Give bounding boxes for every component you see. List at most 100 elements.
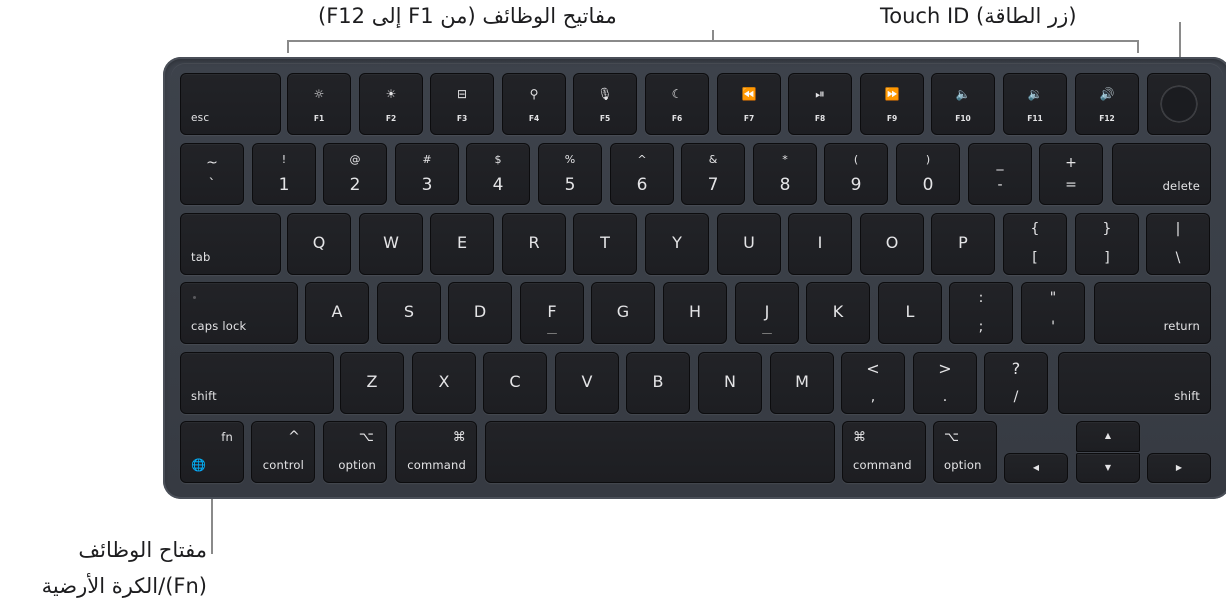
key-a[interactable]: A bbox=[305, 282, 369, 344]
right-command-key[interactable]: ⌘ command bbox=[842, 421, 926, 483]
down-arrow-key[interactable]: ▼ bbox=[1076, 453, 1140, 483]
up-arrow-key[interactable]: ▲ bbox=[1076, 421, 1140, 452]
right-arrow-key[interactable]: ▶ bbox=[1147, 453, 1211, 483]
return-key[interactable]: return bbox=[1094, 282, 1211, 344]
key-base-symbol: 2 bbox=[349, 175, 361, 195]
key-0[interactable]: ) 0 bbox=[896, 143, 960, 205]
key-base-symbol: 3 bbox=[421, 175, 433, 195]
key-h[interactable]: H bbox=[663, 282, 727, 344]
brightness-down-icon: ☼ bbox=[313, 87, 325, 101]
key-base-symbol: ` bbox=[208, 177, 216, 193]
key-base-symbol: 1 bbox=[278, 175, 290, 195]
key-d[interactable]: D bbox=[448, 282, 512, 344]
key-1[interactable]: ! 1 bbox=[252, 143, 316, 205]
key-letter: D bbox=[473, 302, 487, 321]
left-option-key[interactable]: ⌥ option bbox=[323, 421, 387, 483]
caps-lock-key[interactable]: caps lock bbox=[180, 282, 298, 344]
key-s[interactable]: S bbox=[377, 282, 441, 344]
key-bracket-13[interactable]: | \ bbox=[1146, 213, 1210, 275]
touch-id-key[interactable] bbox=[1147, 73, 1211, 135]
key-v[interactable]: V bbox=[555, 352, 619, 414]
volume-up-icon: 🔊 bbox=[1099, 87, 1115, 101]
key-i[interactable]: I bbox=[788, 213, 852, 275]
key-m[interactable]: M bbox=[770, 352, 834, 414]
key-9[interactable]: (9 bbox=[824, 143, 888, 205]
function-key-f1[interactable]: ☼ F1 bbox=[287, 73, 351, 135]
space-bar[interactable] bbox=[485, 421, 835, 483]
key-letter: M bbox=[795, 372, 809, 391]
fn-globe-key[interactable]: fn 🌐 bbox=[180, 421, 244, 483]
key-t[interactable]: T bbox=[573, 213, 637, 275]
right-option-key[interactable]: ⌥ option bbox=[933, 421, 997, 483]
key-g[interactable]: G bbox=[591, 282, 655, 344]
key-shift-symbol: % bbox=[564, 153, 576, 166]
key-punct-8[interactable]: <, bbox=[841, 352, 905, 414]
key-w[interactable]: W bbox=[359, 213, 423, 275]
leader-line-function-keys-right bbox=[1137, 40, 1139, 53]
key-backtick[interactable]: ~ ` bbox=[180, 143, 244, 205]
up-arrow-icon: ▲ bbox=[1104, 431, 1112, 440]
key-base-symbol: 4 bbox=[492, 175, 504, 195]
key-bracket-11[interactable]: {[ bbox=[1003, 213, 1067, 275]
delete-key-label: delete bbox=[1162, 178, 1200, 193]
key-c[interactable]: C bbox=[483, 352, 547, 414]
key-bracket-12[interactable]: }] bbox=[1075, 213, 1139, 275]
key-2[interactable]: @2 bbox=[323, 143, 387, 205]
key-4[interactable]: $4 bbox=[466, 143, 530, 205]
key-j[interactable]: J bbox=[735, 282, 799, 344]
key-p[interactable]: P bbox=[931, 213, 995, 275]
key-7[interactable]: & 7 bbox=[681, 143, 745, 205]
function-key-f2[interactable]: ☀ F2 bbox=[359, 73, 423, 135]
key-y[interactable]: Y bbox=[645, 213, 709, 275]
key-r[interactable]: R bbox=[502, 213, 566, 275]
key-l[interactable]: L bbox=[878, 282, 942, 344]
function-key-f6[interactable]: ☾ F6 bbox=[645, 73, 709, 135]
key-base-symbol: 9 bbox=[850, 175, 862, 195]
callout-function-keys: مفاتيح الوظائف (من F1 إلى F12) bbox=[318, 4, 617, 28]
key-punct-10[interactable]: :; bbox=[949, 282, 1013, 344]
function-key-f7[interactable]: ⏪ F7 bbox=[717, 73, 781, 135]
key-letter: E bbox=[456, 233, 468, 252]
function-key-f9[interactable]: ⏩ F9 bbox=[860, 73, 924, 135]
key-o[interactable]: O bbox=[860, 213, 924, 275]
key-punct-9[interactable]: >. bbox=[913, 352, 977, 414]
key-b[interactable]: B bbox=[626, 352, 690, 414]
function-key-f4[interactable]: ⚲ F4 bbox=[502, 73, 566, 135]
home-row-bump bbox=[547, 332, 557, 334]
key-base-symbol: 6 bbox=[636, 175, 648, 195]
function-key-f11[interactable]: 🔉 F11 bbox=[1003, 73, 1067, 135]
key-5[interactable]: % 5 bbox=[538, 143, 602, 205]
tab-key[interactable]: tab bbox=[180, 213, 281, 275]
key-u[interactable]: U bbox=[717, 213, 781, 275]
delete-key[interactable]: delete bbox=[1112, 143, 1211, 205]
key-letter: B bbox=[652, 372, 664, 391]
key-e[interactable]: E bbox=[430, 213, 494, 275]
key-k[interactable]: K bbox=[806, 282, 870, 344]
control-key[interactable]: ^ control bbox=[251, 421, 315, 483]
function-key-f12[interactable]: 🔊 F12 bbox=[1075, 73, 1139, 135]
key-shift-symbol: ! bbox=[281, 153, 287, 166]
key-q[interactable]: Q bbox=[287, 213, 351, 275]
key-punct-10[interactable]: ? / bbox=[984, 352, 1048, 414]
function-key-f8[interactable]: ⏯ F8 bbox=[788, 73, 852, 135]
key-punct-11[interactable]: " ' bbox=[1021, 282, 1085, 344]
key-f[interactable]: F bbox=[520, 282, 584, 344]
key-8[interactable]: * 8 bbox=[753, 143, 817, 205]
left-arrow-key[interactable]: ◀ bbox=[1004, 453, 1068, 483]
caps-lock-key-label: caps lock bbox=[191, 318, 247, 333]
key-z[interactable]: Z bbox=[340, 352, 404, 414]
key-x[interactable]: X bbox=[412, 352, 476, 414]
esc-key[interactable]: esc bbox=[180, 73, 281, 135]
left-shift-key[interactable]: shift bbox=[180, 352, 334, 414]
key-symbol-11[interactable]: _ - bbox=[968, 143, 1032, 205]
key-letter: U bbox=[743, 233, 755, 252]
right-shift-key[interactable]: shift bbox=[1058, 352, 1211, 414]
key-3[interactable]: #3 bbox=[395, 143, 459, 205]
function-key-f10[interactable]: 🔈 F10 bbox=[931, 73, 995, 135]
function-key-f5[interactable]: 🎙 F5 bbox=[573, 73, 637, 135]
key-symbol-12[interactable]: + = bbox=[1039, 143, 1103, 205]
left-command-key[interactable]: ⌘ command bbox=[395, 421, 477, 483]
key-6[interactable]: ^ 6 bbox=[610, 143, 674, 205]
function-key-f3[interactable]: ⊟ F3 bbox=[430, 73, 494, 135]
key-n[interactable]: N bbox=[698, 352, 762, 414]
